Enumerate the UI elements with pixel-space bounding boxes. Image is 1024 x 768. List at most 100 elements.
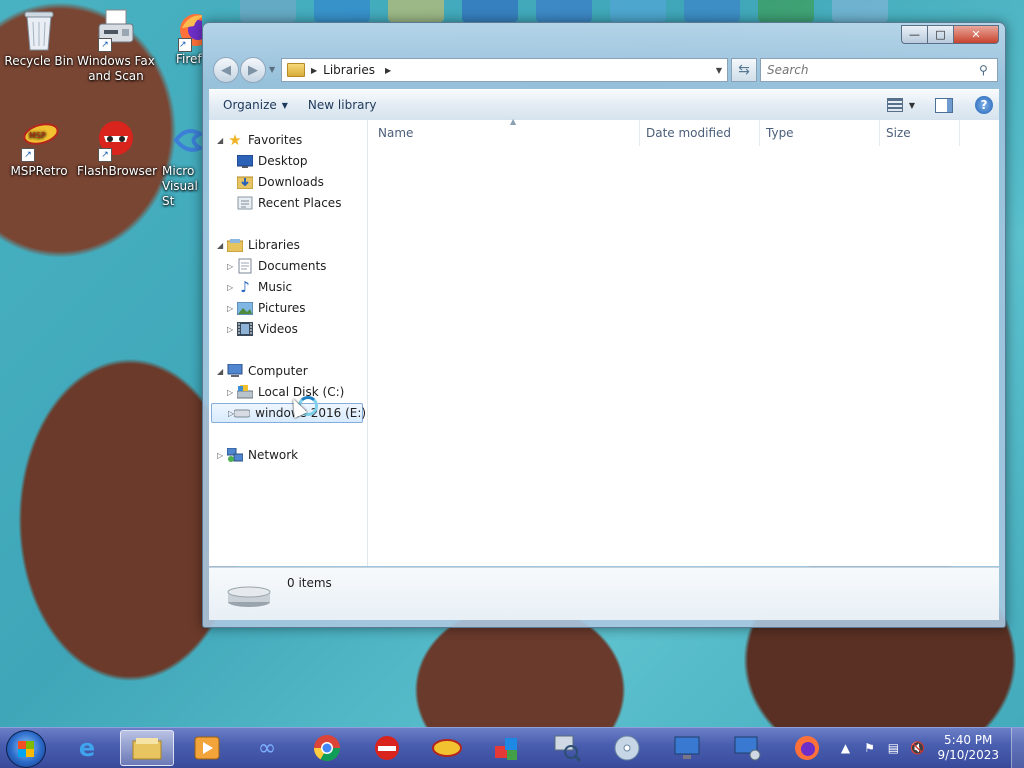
column-type[interactable]: Type — [760, 120, 880, 146]
taskbar-flashbrowser[interactable] — [360, 730, 414, 766]
tree-videos[interactable]: ▷ Videos — [227, 319, 298, 339]
tree-recent-places[interactable]: Recent Places — [237, 193, 341, 213]
desktop-icon-mspretro[interactable]: MSP ↗ MSPRetro — [0, 118, 78, 179]
star-icon: ★ — [228, 131, 242, 149]
refresh-button[interactable]: ⇆ — [731, 58, 757, 82]
tree-favorites[interactable]: ◢ ★ Favorites — [217, 130, 302, 150]
expand-arrow-icon[interactable]: ▷ — [227, 388, 237, 397]
firefox-icon: ↗ — [176, 8, 202, 52]
desktop-icon-label: FlashBrowser — [77, 164, 158, 178]
tree-music[interactable]: ▷ ♪ Music — [227, 277, 292, 297]
desktop-icon-windows-fax-and-scan[interactable]: ↗ Windows Fax and Scan — [77, 8, 155, 84]
expand-arrow-icon[interactable]: ▷ — [227, 325, 237, 334]
taskbar-windows-explorer[interactable] — [120, 730, 174, 766]
view-options-dropdown-icon[interactable]: ▼ — [909, 101, 915, 110]
local-disk-icon — [237, 385, 253, 399]
close-button[interactable]: ✕ — [954, 25, 999, 44]
change-view-icon[interactable] — [886, 98, 903, 112]
address-row: ◀ ▶ ▼ ▶ Libraries ▶ ▼ ⇆ ⚲ — [211, 56, 998, 84]
breadcrumb-chevron-icon[interactable]: ▶ — [311, 66, 317, 75]
address-bar[interactable]: ▶ Libraries ▶ ▼ — [281, 58, 728, 82]
expand-arrow-icon[interactable]: ▷ — [227, 304, 237, 313]
breadcrumb-libraries[interactable]: Libraries — [323, 63, 375, 77]
tree-label: Documents — [258, 259, 327, 273]
taskbar-search-app[interactable] — [540, 730, 594, 766]
column-size-label: Size — [886, 126, 911, 140]
preview-pane-icon[interactable] — [935, 97, 953, 113]
disc-icon — [614, 735, 640, 761]
back-button[interactable]: ◀ — [213, 57, 239, 83]
help-icon[interactable]: ? — [975, 96, 993, 114]
desktop-icon-recycle-bin[interactable]: Recycle Bin — [0, 8, 78, 69]
cube-icon — [495, 738, 517, 760]
tree-desktop[interactable]: Desktop — [237, 151, 308, 171]
collapse-arrow-icon[interactable]: ◢ — [217, 367, 227, 376]
minimize-button[interactable]: — — [901, 25, 928, 44]
tree-documents[interactable]: ▷ Documents — [227, 256, 326, 276]
tree-libraries[interactable]: ◢ Libraries — [217, 235, 300, 255]
recent-pages-dropdown[interactable]: ▼ — [269, 65, 275, 74]
network-status-icon[interactable]: ▤ — [885, 740, 901, 756]
collapse-arrow-icon[interactable]: ◢ — [217, 136, 227, 145]
expand-arrow-icon[interactable]: ▷ — [217, 451, 227, 460]
network-monitor-icon — [734, 736, 761, 761]
tree-pictures[interactable]: ▷ Pictures — [227, 298, 306, 318]
firefox-icon — [795, 736, 819, 760]
organize-label: Organize — [223, 98, 277, 112]
show-desktop-button[interactable] — [1011, 728, 1024, 768]
action-center-flag-icon[interactable]: ⚑ — [861, 740, 877, 756]
volume-muted-icon[interactable]: 🔇 — [909, 740, 925, 756]
media-player-icon — [194, 736, 220, 760]
column-name[interactable]: Name ▲ — [372, 117, 640, 146]
navigation-pane[interactable]: ◢ ★ Favorites Desktop Downloads Recent P… — [209, 120, 368, 566]
desktop-icon-flashbrowser[interactable]: ↗ FlashBrowser — [77, 118, 158, 179]
taskbar-3d-app[interactable] — [480, 730, 534, 766]
taskbar-dvd-app[interactable] — [600, 730, 654, 766]
expand-arrow-icon[interactable]: ▷ — [227, 283, 237, 292]
taskbar-network-app[interactable] — [720, 730, 774, 766]
desktop-icon-microsoft-visual-studio[interactable]: Micro Visual St — [150, 118, 202, 209]
start-button[interactable] — [6, 730, 46, 768]
collapse-arrow-icon[interactable]: ◢ — [217, 241, 227, 250]
taskbar-firefox[interactable] — [780, 730, 834, 766]
desktop-icon-firefox[interactable]: ↗ Firef — [150, 8, 202, 67]
shortcut-arrow-icon: ↗ — [178, 38, 192, 52]
tree-windows-2016-e[interactable]: ▷ windows 2016 (E:) — [211, 403, 366, 423]
breadcrumb-chevron-icon[interactable]: ▶ — [385, 66, 391, 75]
search-box[interactable]: ⚲ — [760, 58, 998, 82]
address-history-dropdown-icon[interactable]: ▼ — [716, 66, 722, 75]
search-input[interactable] — [765, 60, 979, 80]
tree-network[interactable]: ▷ Network — [217, 445, 298, 465]
search-icon[interactable]: ⚲ — [979, 63, 997, 77]
maximize-button[interactable]: □ — [928, 25, 954, 44]
network-icon — [227, 448, 243, 462]
expand-arrow-icon[interactable]: ▷ — [227, 262, 237, 271]
taskbar-internet-explorer[interactable]: e — [60, 730, 114, 766]
organize-button[interactable]: Organize ▼ — [213, 93, 298, 117]
tree-label: Libraries — [248, 238, 300, 252]
magnifier-icon — [554, 735, 581, 762]
taskbar-media-player[interactable] — [180, 730, 234, 766]
taskbar-mspretro[interactable] — [420, 730, 474, 766]
clock[interactable]: 5:40 PM 9/10/2023 — [937, 733, 999, 763]
new-library-button[interactable]: New library — [298, 93, 387, 117]
tree-computer[interactable]: ◢ Computer — [217, 361, 308, 381]
refresh-icon: ⇆ — [738, 62, 750, 78]
tree-local-disk-c[interactable]: ▷ Local Disk (C:) — [227, 382, 344, 402]
file-list[interactable]: Name ▲ Date modified Type Size — [368, 117, 999, 566]
taskbar-visual-studio[interactable]: ∞ — [240, 730, 294, 766]
forward-button[interactable]: ▶ — [240, 57, 266, 83]
tree-label: Favorites — [248, 133, 303, 147]
tree-label: Music — [258, 280, 293, 294]
show-hidden-icons-icon[interactable]: ▲ — [837, 740, 853, 756]
desktop-icon-label-line2: Visual St — [162, 179, 198, 208]
column-date-modified[interactable]: Date modified — [640, 120, 760, 146]
tree-downloads[interactable]: Downloads — [237, 172, 324, 192]
taskbar-remote-desktop[interactable] — [660, 730, 714, 766]
column-size[interactable]: Size — [880, 120, 960, 146]
tree-label: Recent Places — [258, 196, 342, 210]
item-count: 0 items — [287, 576, 332, 590]
taskbar-chrome[interactable] — [300, 730, 354, 766]
desktop-icon-label: MSPRetro — [10, 164, 68, 178]
mspretro-icon — [432, 739, 462, 757]
